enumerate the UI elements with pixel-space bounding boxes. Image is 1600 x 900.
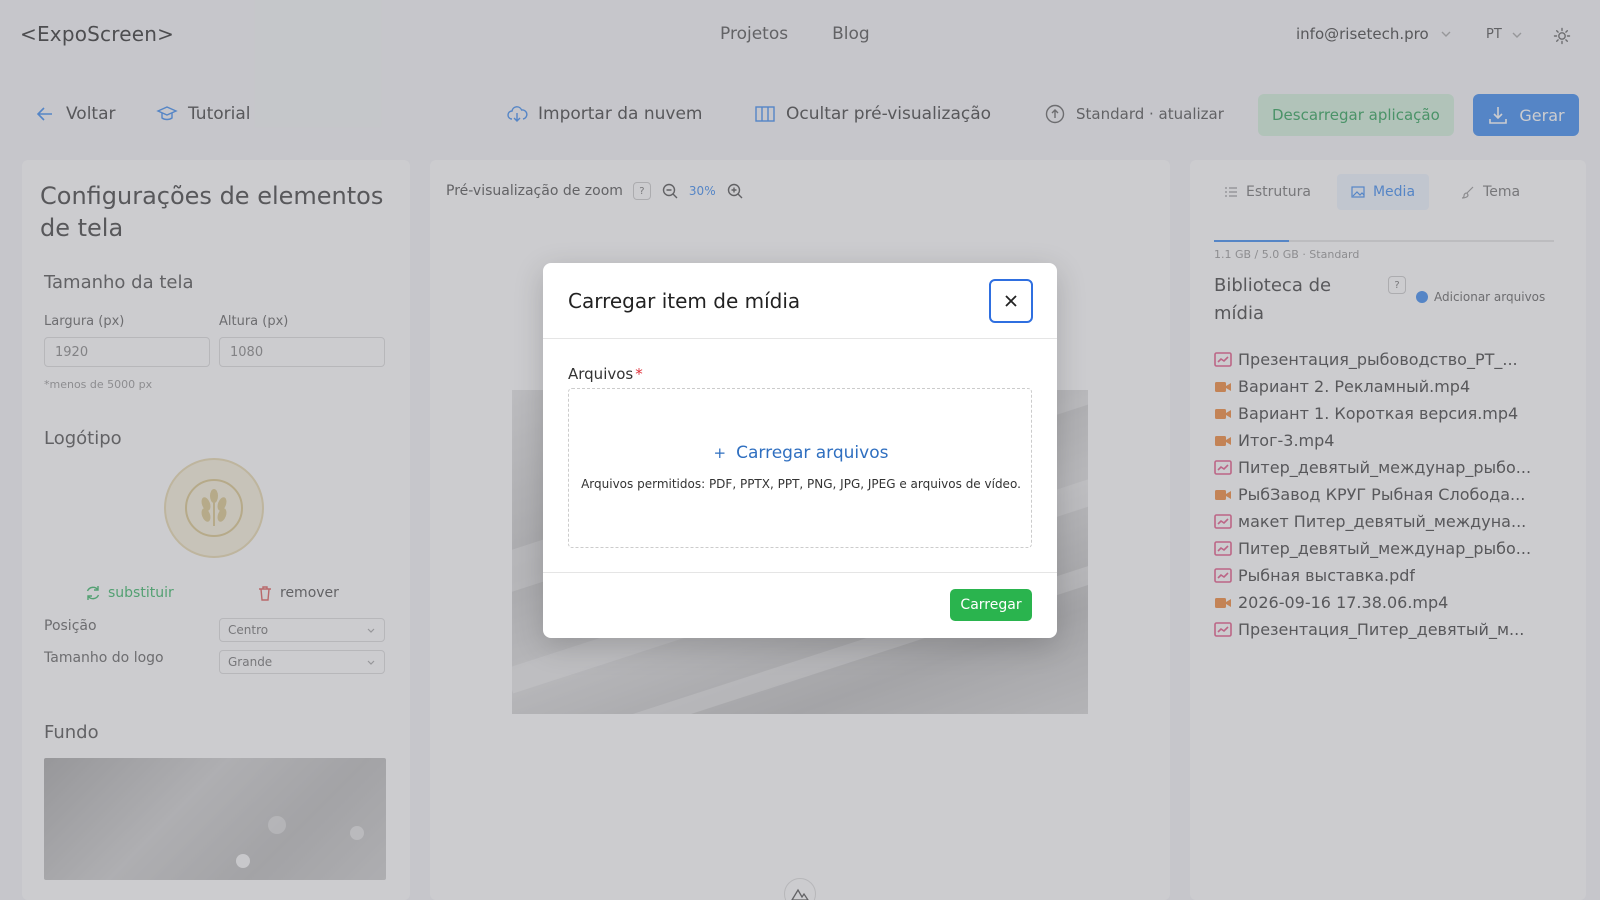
plus-icon: + [713, 444, 727, 462]
files-label-text: Arquivos [568, 365, 634, 383]
close-icon [1005, 295, 1017, 307]
files-field-label: Arquivos * [568, 365, 643, 383]
modal-header: Carregar item de mídia [543, 263, 1057, 339]
allowed-files-hint: Arquivos permitidos: PDF, PPTX, PPT, PNG… [581, 477, 1021, 491]
upload-files-link[interactable]: + Carregar arquivos [569, 443, 1033, 463]
modal-close-button[interactable] [989, 279, 1033, 323]
upload-media-modal: Carregar item de mídia Arquivos * + Carreg… [543, 263, 1057, 638]
modal-footer: Carregar [543, 572, 1057, 638]
file-dropzone[interactable]: + Carregar arquivos Arquivos permitidos: … [568, 388, 1032, 548]
required-mark: * [635, 365, 643, 383]
modal-title: Carregar item de mídia [568, 289, 801, 313]
app-root: <ExpoScreen> Projetos Blog info@risetech… [0, 0, 1600, 900]
upload-submit-button[interactable]: Carregar [950, 589, 1032, 621]
upload-files-label: Carregar arquivos [736, 443, 889, 463]
